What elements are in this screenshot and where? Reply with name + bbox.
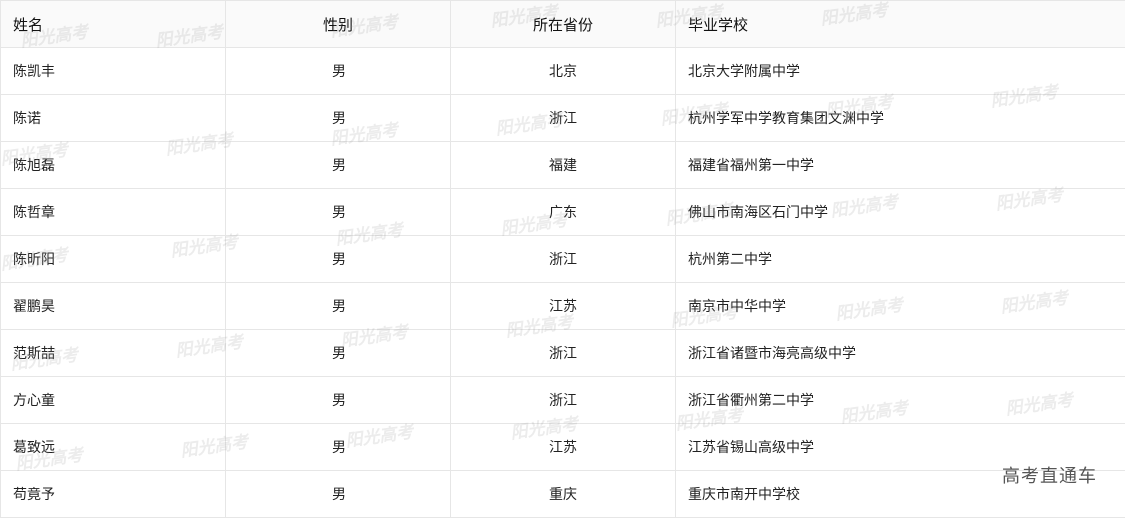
- cell-gender: 男: [225, 47, 451, 95]
- cell-school: 佛山市南海区石门中学: [675, 188, 1125, 236]
- cell-name: 苟竟予: [0, 470, 226, 518]
- cell-gender: 男: [225, 470, 451, 518]
- cell-name: 陈哲章: [0, 188, 226, 236]
- cell-province: 江苏: [450, 282, 676, 330]
- cell-province: 重庆: [450, 470, 676, 518]
- cell-name: 陈诺: [0, 94, 226, 142]
- cell-province: 浙江: [450, 235, 676, 283]
- cell-name: 葛致远: [0, 423, 226, 471]
- cell-province: 浙江: [450, 94, 676, 142]
- table-row: 陈旭磊男福建 福建省福州第一中学: [0, 141, 1125, 189]
- cell-school: 杭州第二中学: [675, 235, 1125, 283]
- header-name: 姓名: [0, 0, 226, 48]
- cell-gender: 男: [225, 141, 451, 189]
- cell-province: 北京: [450, 47, 676, 95]
- cell-gender: 男: [225, 423, 451, 471]
- cell-gender: 男: [225, 94, 451, 142]
- cell-school: 浙江省衢州第二中学: [675, 376, 1125, 424]
- header-province: 所在省份: [450, 0, 676, 48]
- cell-school: 南京市中华中学: [675, 282, 1125, 330]
- table-header-row: 姓名 性别 所在省份 毕业学校: [0, 0, 1125, 48]
- student-table: 姓名 性别 所在省份 毕业学校 陈凯丰男北京 北京大学附属中学 陈诺男浙江 杭州学军中…: [0, 0, 1125, 518]
- cell-name: 陈凯丰: [0, 47, 226, 95]
- cell-school: 北京大学附属中学: [675, 47, 1125, 95]
- cell-name: 范斯喆: [0, 329, 226, 377]
- brand-label: 高考直通车: [1002, 466, 1097, 487]
- cell-gender: 男: [225, 376, 451, 424]
- cell-province: 广东: [450, 188, 676, 236]
- cell-name: 陈旭磊: [0, 141, 226, 189]
- cell-province: 江苏: [450, 423, 676, 471]
- cell-province: 浙江: [450, 329, 676, 377]
- cell-province: 浙江: [450, 376, 676, 424]
- cell-gender: 男: [225, 188, 451, 236]
- cell-name: 陈昕阳: [0, 235, 226, 283]
- cell-gender: 男: [225, 282, 451, 330]
- cell-school: 杭州学军中学教育集团文渊中学: [675, 94, 1125, 142]
- cell-gender: 男: [225, 329, 451, 377]
- table-row: 苟竟予男重庆 重庆市南开中学校: [0, 470, 1125, 518]
- table-row: 范斯喆男浙江 浙江省诸暨市海亮高级中学: [0, 329, 1125, 377]
- table-row: 陈昕阳男浙江 杭州第二中学: [0, 235, 1125, 283]
- header-school: 毕业学校: [675, 0, 1125, 48]
- cell-school: 福建省福州第一中学: [675, 141, 1125, 189]
- cell-gender: 男: [225, 235, 451, 283]
- cell-name: 翟鹏昊: [0, 282, 226, 330]
- cell-name: 方心童: [0, 376, 226, 424]
- table-row: 陈哲章男广东 佛山市南海区石门中学: [0, 188, 1125, 236]
- cell-province: 福建: [450, 141, 676, 189]
- table-row: 陈诺男浙江 杭州学军中学教育集团文渊中学: [0, 94, 1125, 142]
- table-row: 翟鹏昊男江苏 南京市中华中学: [0, 282, 1125, 330]
- table-row: 葛致远男江苏 江苏省锡山高级中学: [0, 423, 1125, 471]
- cell-school: 浙江省诸暨市海亮高级中学: [675, 329, 1125, 377]
- table-row: 陈凯丰男北京 北京大学附属中学: [0, 47, 1125, 95]
- table-row: 方心童男浙江 浙江省衢州第二中学: [0, 376, 1125, 424]
- header-gender: 性别: [225, 0, 451, 48]
